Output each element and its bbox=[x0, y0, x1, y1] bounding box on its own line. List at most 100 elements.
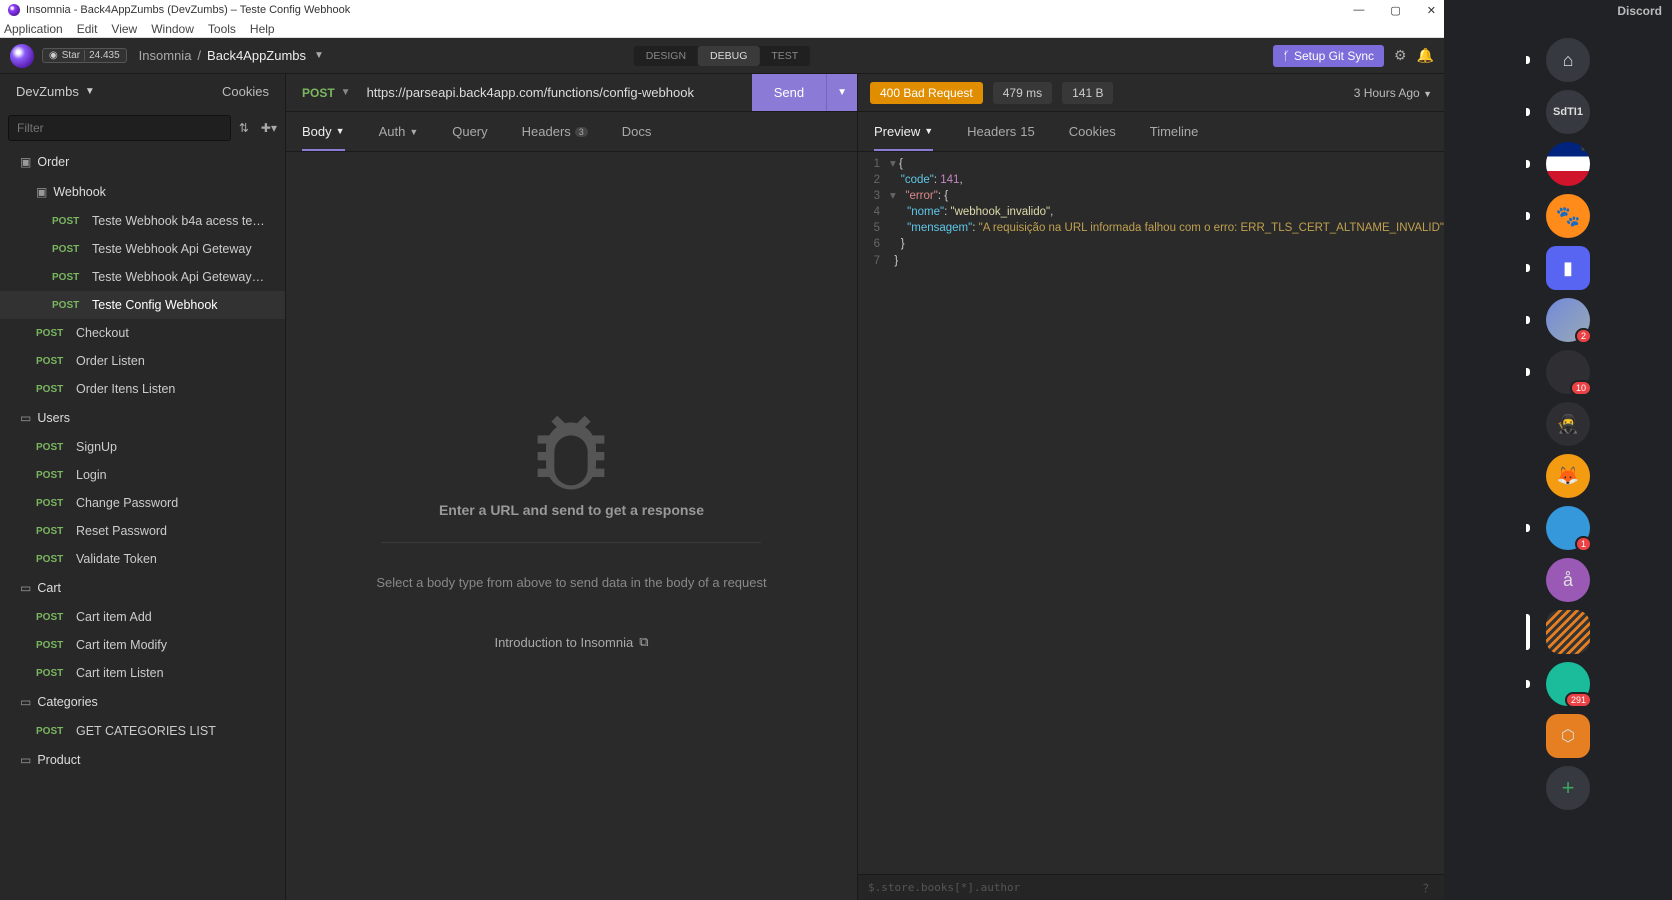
breadcrumb-root[interactable]: Insomnia bbox=[139, 48, 192, 63]
tab-body[interactable]: Body ▼ bbox=[302, 114, 345, 151]
tab-query[interactable]: Query bbox=[452, 114, 487, 149]
folder-open-icon: ▭ bbox=[20, 581, 31, 595]
tab-docs[interactable]: Docs bbox=[622, 114, 652, 149]
folder-webhook[interactable]: ▣Webhook bbox=[0, 177, 285, 207]
empty-heading: Enter a URL and send to get a response bbox=[381, 502, 761, 543]
discord-server-icon[interactable]: 🐾 bbox=[1546, 194, 1590, 238]
sidebar-request-item[interactable]: POSTGET CATEGORIES LIST bbox=[0, 717, 285, 745]
menu-window[interactable]: Window bbox=[151, 22, 194, 36]
request-name-label: Reset Password bbox=[76, 524, 167, 538]
sidebar-request-item[interactable]: POSTCart item Listen bbox=[0, 659, 285, 687]
breadcrumb-sep: / bbox=[197, 48, 201, 63]
method-dropdown[interactable]: POST ▼ bbox=[286, 74, 359, 111]
discord-server-icon[interactable]: 10 bbox=[1546, 350, 1590, 394]
create-button[interactable]: ✚▾ bbox=[261, 121, 277, 135]
discord-server-icon[interactable]: å bbox=[1546, 558, 1590, 602]
tab-design[interactable]: DESIGN bbox=[634, 46, 698, 66]
request-method-label: POST bbox=[52, 216, 82, 227]
tab-test[interactable]: TEST bbox=[759, 46, 810, 66]
breadcrumb-current[interactable]: Back4AppZumbs bbox=[207, 48, 306, 63]
sidebar-request-item[interactable]: POSTTeste Webhook b4a acess teste "WEB..… bbox=[0, 207, 285, 235]
notification-badge: 2 bbox=[1575, 328, 1590, 344]
notifications-icon[interactable]: 🔔 bbox=[1417, 47, 1434, 64]
sort-icon[interactable]: ⇅ bbox=[239, 121, 249, 135]
discord-server-icon[interactable]: 2 bbox=[1546, 298, 1590, 342]
chevron-down-icon: ▼ bbox=[924, 126, 933, 136]
status-badge: 400 Bad Request bbox=[870, 82, 983, 104]
menu-edit[interactable]: Edit bbox=[77, 22, 98, 36]
help-icon[interactable]: ？ bbox=[1423, 880, 1434, 896]
response-body[interactable]: 1▾ { 2 "code": 141, 3▾ "error": { 4 "nom… bbox=[858, 152, 1444, 874]
cookies-button[interactable]: Cookies bbox=[222, 84, 269, 99]
menu-tools[interactable]: Tools bbox=[208, 22, 236, 36]
request-method-label: POST bbox=[36, 328, 66, 339]
discord-server-icon[interactable]: 1 bbox=[1546, 506, 1590, 550]
github-star-button[interactable]: ◉ Star 24.435 bbox=[42, 48, 127, 63]
request-name-label: SignUp bbox=[76, 440, 117, 454]
folder-order[interactable]: ▣Order bbox=[0, 147, 285, 177]
tab-resp-cookies[interactable]: Cookies bbox=[1069, 114, 1116, 149]
chevron-down-icon[interactable]: ▼ bbox=[314, 50, 324, 61]
bug-icon bbox=[521, 402, 621, 502]
discord-server-icon[interactable]: + bbox=[1546, 766, 1590, 810]
git-sync-button[interactable]: ᚶ Setup Git Sync bbox=[1273, 45, 1384, 67]
discord-server-icon[interactable]: 📌 bbox=[1546, 142, 1590, 186]
sidebar-request-item[interactable]: POSTOrder Listen bbox=[0, 347, 285, 375]
sidebar-request-item[interactable]: POSTTeste Config Webhook bbox=[0, 291, 285, 319]
intro-link[interactable]: Introduction to Insomnia ⧉ bbox=[494, 634, 648, 650]
sidebar-request-item[interactable]: POSTChange Password bbox=[0, 489, 285, 517]
tab-headers[interactable]: Headers 3 bbox=[522, 114, 588, 149]
request-pane: POST ▼ Send ▼ Body ▼ Auth ▼ Query Header… bbox=[286, 74, 858, 900]
sidebar-request-item[interactable]: POSTOrder Itens Listen bbox=[0, 375, 285, 403]
sidebar-request-item[interactable]: POSTCheckout bbox=[0, 319, 285, 347]
jsonpath-input[interactable]: $.store.books[*].author bbox=[868, 881, 1423, 894]
notification-badge: 10 bbox=[1570, 380, 1590, 396]
discord-server-icon[interactable]: ▮ bbox=[1546, 246, 1590, 290]
close-button[interactable]: ✕ bbox=[1427, 4, 1436, 17]
folder-cart[interactable]: ▭Cart bbox=[0, 573, 285, 603]
menu-view[interactable]: View bbox=[111, 22, 137, 36]
sidebar-request-item[interactable]: POSTLogin bbox=[0, 461, 285, 489]
request-method-label: POST bbox=[36, 726, 66, 737]
sidebar-request-item[interactable]: POSTSignUp bbox=[0, 433, 285, 461]
tab-resp-headers[interactable]: Headers 15 bbox=[967, 114, 1035, 149]
discord-server-icon[interactable]: 291 bbox=[1546, 662, 1590, 706]
sidebar-request-item[interactable]: POSTTeste Webhook Api Geteway valmidr... bbox=[0, 263, 285, 291]
tab-debug[interactable]: DEBUG bbox=[698, 46, 759, 66]
tab-preview[interactable]: Preview ▼ bbox=[874, 114, 933, 151]
folder-open-icon: ▭ bbox=[20, 695, 31, 709]
discord-server-icon[interactable]: SdTI1 bbox=[1546, 90, 1590, 134]
menu-application[interactable]: Application bbox=[4, 22, 63, 36]
discord-server-icon[interactable]: ⌂ bbox=[1546, 38, 1590, 82]
resp-headers-count: 15 bbox=[1020, 124, 1034, 139]
folder-users[interactable]: ▭Users bbox=[0, 403, 285, 433]
request-method-label: POST bbox=[36, 640, 66, 651]
menu-help[interactable]: Help bbox=[250, 22, 275, 36]
send-dropdown[interactable]: ▼ bbox=[826, 74, 857, 111]
minimize-button[interactable]: — bbox=[1353, 4, 1364, 17]
filter-input[interactable] bbox=[8, 115, 231, 141]
maximize-button[interactable]: ▢ bbox=[1390, 4, 1400, 17]
headers-count-badge: 3 bbox=[575, 127, 588, 137]
sidebar-request-item[interactable]: POSTReset Password bbox=[0, 517, 285, 545]
request-name-label: Cart item Add bbox=[76, 610, 152, 624]
pin-icon: 📌 bbox=[1581, 142, 1590, 151]
folder-product[interactable]: ▭Product bbox=[0, 745, 285, 775]
sidebar-request-item[interactable]: POSTCart item Modify bbox=[0, 631, 285, 659]
sidebar-request-item[interactable]: POSTValidate Token bbox=[0, 545, 285, 573]
discord-server-icon[interactable]: 🦊 bbox=[1546, 454, 1590, 498]
discord-server-icon[interactable] bbox=[1546, 610, 1590, 654]
url-input[interactable] bbox=[359, 74, 752, 111]
response-time: 479 ms bbox=[993, 82, 1052, 104]
sidebar-request-item[interactable]: POSTTeste Webhook Api Geteway bbox=[0, 235, 285, 263]
tab-timeline[interactable]: Timeline bbox=[1150, 114, 1199, 149]
discord-server-icon[interactable]: 🥷 bbox=[1546, 402, 1590, 446]
discord-server-icon[interactable]: ⬡ bbox=[1546, 714, 1590, 758]
settings-icon[interactable]: ⚙ bbox=[1394, 47, 1407, 64]
history-dropdown[interactable]: 3 Hours Ago ▼ bbox=[1354, 86, 1432, 100]
folder-categories[interactable]: ▭Categories bbox=[0, 687, 285, 717]
send-button[interactable]: Send bbox=[752, 74, 826, 111]
environment-dropdown[interactable]: DevZumbs ▼ bbox=[16, 84, 95, 99]
sidebar-request-item[interactable]: POSTCart item Add bbox=[0, 603, 285, 631]
tab-auth[interactable]: Auth ▼ bbox=[379, 114, 419, 149]
